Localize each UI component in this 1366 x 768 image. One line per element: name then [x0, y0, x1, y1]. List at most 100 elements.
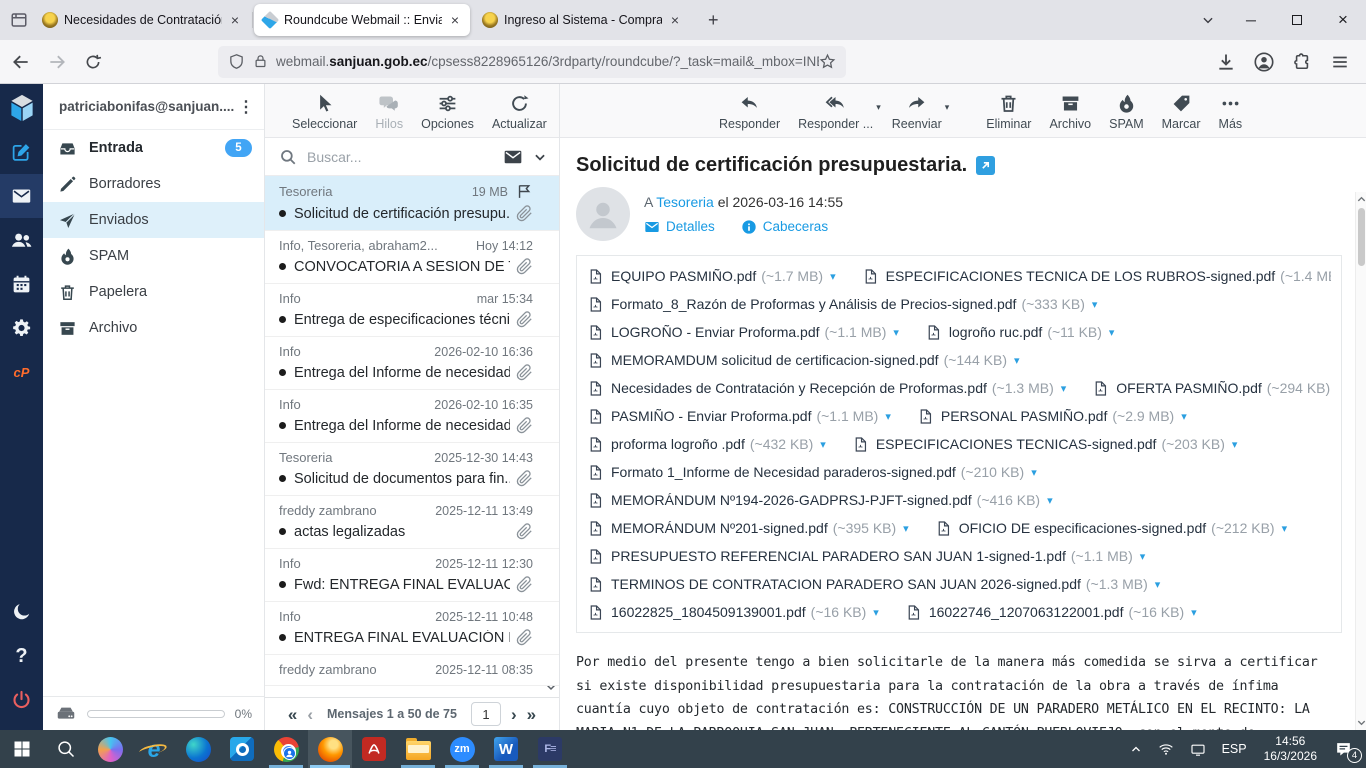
message-row[interactable]: Info2026-02-10 16:36Entrega del Informe …: [265, 337, 559, 390]
refresh-button[interactable]: Actualizar: [483, 93, 556, 131]
spam-button[interactable]: SPAM: [1100, 93, 1153, 131]
taskbar-word[interactable]: W: [484, 730, 528, 768]
folder-sent[interactable]: Enviados: [43, 202, 264, 238]
mail-nav-icon[interactable]: [0, 174, 43, 218]
attachment[interactable]: MEMORÁNDUM Nº194-2026-GADPRSJ-PJFT-signe…: [587, 492, 1053, 509]
attachment-menu-caret[interactable]: ▾: [1061, 382, 1067, 395]
dark-mode-moon-icon[interactable]: [0, 590, 43, 634]
attachment[interactable]: PERSONAL PASMIÑO.pdf(~2.9 MB)▾: [917, 408, 1187, 425]
taskbar-search[interactable]: [44, 730, 88, 768]
wifi-icon[interactable]: [1151, 730, 1181, 768]
taskbar-fes-app[interactable]: F≡: [528, 730, 572, 768]
reply-button[interactable]: Responder: [710, 93, 789, 131]
extensions-puzzle-icon[interactable]: [1286, 46, 1318, 78]
tab-close-icon[interactable]: ×: [668, 12, 682, 28]
taskbar-internet-explorer[interactable]: e: [132, 730, 176, 768]
forward-button[interactable]: [42, 47, 72, 77]
attachment[interactable]: Formato 1_Informe de Necesidad paraderos…: [587, 464, 1037, 481]
attachment-menu-caret[interactable]: ▾: [885, 410, 891, 423]
shield-icon[interactable]: [228, 53, 245, 70]
attachment-menu-caret[interactable]: ▾: [1155, 578, 1161, 591]
attachment[interactable]: TERMINOS DE CONTRATACION PARADERO SAN JU…: [587, 576, 1160, 593]
attachment[interactable]: MEMORÁNDUM Nº201-signed.pdf(~395 KB)▾: [587, 520, 909, 537]
attachment-menu-caret[interactable]: ▾: [830, 270, 836, 283]
contacts-nav-icon[interactable]: [0, 218, 43, 262]
attachment[interactable]: logroño ruc.pdf(~11 KB)▾: [925, 324, 1115, 341]
attachment-menu-caret[interactable]: ▾: [1232, 438, 1238, 451]
scroll-up-icon[interactable]: [1356, 194, 1366, 205]
notification-center[interactable]: 4: [1327, 730, 1360, 768]
tab-list-chevron-icon[interactable]: [1188, 0, 1228, 40]
taskbar-file-explorer[interactable]: [396, 730, 440, 768]
attachment-menu-caret[interactable]: ▾: [873, 606, 879, 619]
settings-gear-icon[interactable]: [0, 306, 43, 350]
attachment-menu-caret[interactable]: ▾: [893, 326, 899, 339]
options-button[interactable]: Opciones: [412, 93, 483, 131]
attachment-menu-caret[interactable]: ▾: [820, 438, 826, 451]
folder-inbox[interactable]: Entrada 5: [43, 130, 264, 166]
prev-page-button[interactable]: ‹: [307, 706, 313, 723]
message-row[interactable]: Tesoreria2025-12-30 14:43Solicitud de do…: [265, 443, 559, 496]
message-row[interactable]: Tesoreria19 MBSolicitud de certificación…: [265, 176, 559, 231]
page-number-input[interactable]: 1: [471, 702, 501, 726]
delete-button[interactable]: Eliminar: [977, 93, 1040, 131]
attachment[interactable]: Necesidades de Contratación y Recepción …: [587, 380, 1066, 397]
attachment-menu-caret[interactable]: ▾: [903, 522, 909, 535]
flag-icon[interactable]: [516, 183, 533, 200]
taskbar-acrobat[interactable]: [352, 730, 396, 768]
scrollbar-thumb[interactable]: [1358, 208, 1365, 266]
reload-button[interactable]: [78, 47, 108, 77]
folder-spam[interactable]: SPAM: [43, 238, 264, 274]
search-input[interactable]: [307, 149, 503, 165]
attachment[interactable]: 16022825_1804509139001.pdf(~16 KB)▾: [587, 604, 879, 621]
window-minimize-button[interactable]: ─: [1228, 0, 1274, 40]
reply-all-button[interactable]: Responder ...: [789, 93, 882, 131]
attachment-menu-caret[interactable]: ▾: [1109, 326, 1115, 339]
menu-hamburger-icon[interactable]: [1324, 46, 1356, 78]
calendar-nav-icon[interactable]: [0, 262, 43, 306]
attachment[interactable]: PASMIÑO - Enviar Proforma.pdf(~1.1 MB)▾: [587, 408, 891, 425]
bookmark-star-icon[interactable]: [819, 53, 836, 70]
attachment-menu-caret[interactable]: ▾: [1092, 298, 1098, 311]
window-restore-button[interactable]: [1274, 0, 1320, 40]
attachment-menu-caret[interactable]: ▾: [1140, 550, 1146, 563]
select-button[interactable]: Seleccionar: [283, 93, 366, 131]
attachment[interactable]: MEMORAMDUM solicitud de certificacion-si…: [587, 352, 1020, 369]
browser-tab-1[interactable]: Necesidades de Contratación y ×: [34, 4, 250, 36]
attachment-menu-caret[interactable]: ▾: [1282, 522, 1288, 535]
recipient-link[interactable]: Tesoreria: [656, 194, 714, 210]
attachment[interactable]: ESPECIFICACIONES TECNICAS-signed.pdf(~20…: [852, 436, 1238, 453]
wireless-display-icon[interactable]: [1183, 730, 1213, 768]
account-header[interactable]: patriciabonifas@sanjuan.... ⋮: [43, 84, 264, 130]
downloads-icon[interactable]: [1210, 46, 1242, 78]
url-bar[interactable]: webmail.sanjuan.gob.ec/cpsess8228965126/…: [218, 46, 846, 78]
search-scope-envelope-icon[interactable]: [503, 147, 523, 167]
account-icon[interactable]: [1248, 46, 1280, 78]
tab-close-icon[interactable]: ×: [228, 12, 242, 28]
details-toggle[interactable]: Detalles: [644, 219, 715, 235]
account-menu-kebab-icon[interactable]: ⋮: [238, 97, 254, 117]
attachment[interactable]: Formato_8_Razón de Proformas y Análisis …: [587, 296, 1097, 313]
taskbar-zoom[interactable]: zm: [440, 730, 484, 768]
forward-menu-caret[interactable]: ▾: [945, 102, 950, 113]
attachment[interactable]: LOGROÑO - Enviar Proforma.pdf(~1.1 MB)▾: [587, 324, 899, 341]
search-options-chevron-icon[interactable]: [533, 150, 547, 164]
compose-button[interactable]: [0, 130, 43, 174]
content-scrollbar[interactable]: [1355, 192, 1366, 730]
help-icon[interactable]: ?: [0, 634, 43, 678]
folder-archive[interactable]: Archivo: [43, 310, 264, 346]
taskbar-outlook[interactable]: [220, 730, 264, 768]
folder-trash[interactable]: Papelera: [43, 274, 264, 310]
reply-all-menu-caret[interactable]: ▾: [876, 102, 881, 113]
attachment[interactable]: OFERTA PASMIÑO.pdf(~294 KB)▾: [1092, 380, 1331, 397]
message-row[interactable]: Info2026-02-10 16:35Entrega del Informe …: [265, 390, 559, 443]
threads-button[interactable]: Hilos: [366, 93, 412, 131]
new-tab-button[interactable]: +: [700, 8, 727, 33]
attachment-menu-caret[interactable]: ▾: [1047, 494, 1053, 507]
lock-icon[interactable]: [253, 54, 268, 69]
attachment-menu-caret[interactable]: ▾: [1181, 410, 1187, 423]
browser-tab-3[interactable]: Ingreso al Sistema - Compras P ×: [474, 4, 690, 36]
message-row[interactable]: freddy zambrano2025-12-11 13:49actas leg…: [265, 496, 559, 549]
browser-tab-2-active[interactable]: Roundcube Webmail :: Enviados ×: [254, 4, 470, 36]
more-button[interactable]: Más: [1210, 93, 1252, 131]
